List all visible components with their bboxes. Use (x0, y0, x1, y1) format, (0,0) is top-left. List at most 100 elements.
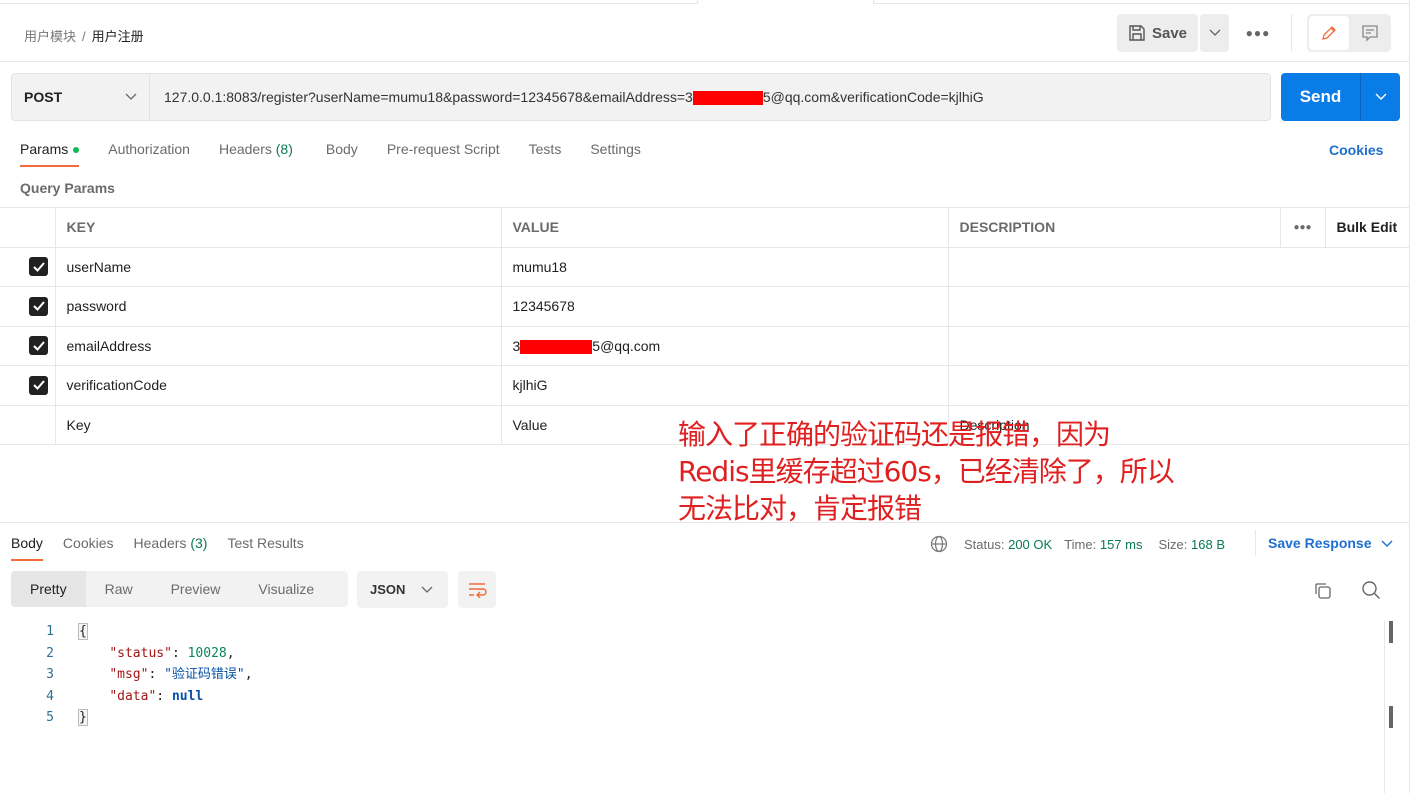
send-button[interactable]: Send (1281, 73, 1400, 121)
url-text-suffix: 5@qq.com&verificationCode=kjlhiG (762, 89, 984, 105)
param-description[interactable] (947, 246, 1410, 287)
tab-body[interactable]: Body (326, 141, 358, 167)
value-suffix: 5@qq.com (592, 337, 661, 354)
time[interactable]: Time: 157 ms (1064, 537, 1142, 552)
send-dropdown[interactable] (1362, 73, 1400, 121)
size-label: Size: (1158, 536, 1188, 552)
table-options-button[interactable]: ●●● (1279, 207, 1326, 248)
tab-response-headers[interactable]: Headers (3) (134, 535, 208, 561)
view-visualize[interactable]: Visualize (239, 571, 333, 607)
wrap-icon (469, 582, 487, 598)
checkbox-checked-icon[interactable] (29, 257, 48, 277)
save-dropdown-button[interactable] (1200, 14, 1229, 52)
url-input[interactable]: 127.0.0.1:8083/register?userName=mumu18&… (164, 89, 984, 106)
row-checkbox[interactable] (0, 246, 56, 287)
row-checkbox[interactable] (0, 365, 56, 406)
status[interactable]: Status: 200 OK (964, 537, 1052, 552)
header-value: VALUE (500, 207, 949, 248)
empty-check (0, 404, 56, 445)
view-raw[interactable]: Raw (86, 571, 152, 607)
tab-label: Cookies (62, 535, 114, 551)
mode-toggle (1307, 14, 1391, 52)
tab-tests[interactable]: Tests (529, 141, 562, 167)
param-description[interactable] (947, 365, 1410, 406)
save-button[interactable]: Save (1117, 14, 1198, 52)
edit-mode-button[interactable] (1309, 16, 1349, 50)
send-label: Send (1281, 73, 1361, 121)
response-body[interactable]: 1{ 2 "status": 10028, 3 "msg": "验证码错误", … (0, 621, 253, 729)
scrollbar-marker[interactable] (1389, 621, 1393, 643)
chevron-down-icon (1381, 540, 1393, 547)
json-brace: } (78, 709, 88, 726)
tab-response-body[interactable]: Body (11, 535, 43, 561)
tab-count: (3) (190, 535, 208, 551)
line-number: 3 (46, 667, 54, 682)
param-value[interactable]: kjlhiG (500, 365, 949, 406)
tab-authorization[interactable]: Authorization (108, 141, 190, 167)
checkbox-checked-icon[interactable] (29, 296, 48, 316)
method-select[interactable]: POST (12, 74, 150, 120)
time-value: 157 ms (1099, 536, 1143, 552)
param-key[interactable]: userName (54, 246, 502, 287)
tab-response-cookies[interactable]: Cookies (63, 535, 114, 561)
annotation-line: 输入了正确的验证码还是报错，因为 (678, 418, 1111, 451)
divider (1255, 530, 1256, 556)
param-description[interactable] (947, 325, 1410, 366)
params-table: KEY VALUE DESCRIPTION ●●● Bulk Edit user… (0, 207, 1410, 445)
scrollbar-marker[interactable] (1389, 706, 1393, 728)
search-icon[interactable] (1361, 580, 1381, 600)
format-select[interactable]: JSON (357, 571, 448, 608)
active-dot-icon (73, 147, 80, 154)
save-response-button[interactable]: Save Response (1268, 535, 1393, 551)
breadcrumb-parent[interactable]: 用户模块 (24, 29, 76, 44)
comments-button[interactable] (1351, 16, 1389, 50)
param-description[interactable] (947, 286, 1410, 327)
tab-test-results[interactable]: Test Results (227, 535, 303, 561)
response-meta: Status: 200 OK Time: 157 ms Size: 168 B (930, 535, 1225, 553)
tab-settings[interactable]: Settings (590, 141, 641, 167)
cookies-link[interactable]: Cookies (1329, 142, 1383, 158)
checkbox-checked-icon[interactable] (29, 375, 48, 395)
key-input[interactable]: Key (54, 404, 502, 445)
json-key: "data" (109, 688, 157, 704)
tab-params[interactable]: Params (20, 141, 80, 167)
view-pretty[interactable]: Pretty (11, 571, 86, 607)
param-value[interactable]: mumu18 (500, 246, 949, 287)
param-value[interactable]: 12345678 (500, 286, 949, 327)
param-key[interactable]: emailAddress (54, 325, 502, 366)
value-prefix: 3 (512, 337, 521, 354)
param-key[interactable]: verificationCode (54, 365, 502, 406)
json-value: 10028 (187, 645, 227, 661)
tab-pre-request-script[interactable]: Pre-request Script (387, 141, 500, 167)
view-preview[interactable]: Preview (152, 571, 240, 607)
copy-icon[interactable] (1313, 581, 1333, 601)
more-options-button[interactable]: ●●● (1243, 20, 1273, 46)
breadcrumb-separator: / (82, 29, 86, 44)
row-checkbox[interactable] (0, 325, 56, 366)
wrap-lines-button[interactable] (458, 571, 496, 608)
comment-icon (1362, 25, 1378, 42)
annotation-line: Redis里缓存超过60s，已经清除了，所以 (678, 455, 1175, 488)
divider (0, 522, 1410, 523)
tab-headers[interactable]: Headers (8) (219, 141, 293, 167)
size[interactable]: Size: 168 B (1158, 537, 1225, 552)
param-value[interactable]: 3 5@qq.com (500, 325, 949, 366)
request-header (0, 4, 1410, 62)
tab-label: Test Results (227, 535, 304, 551)
line-number: 2 (46, 645, 54, 661)
save-icon (1129, 25, 1145, 41)
redaction (520, 339, 593, 354)
row-checkbox[interactable] (0, 286, 56, 327)
bulk-edit-button[interactable]: Bulk Edit (1324, 207, 1410, 248)
globe-icon[interactable] (930, 535, 948, 553)
param-key[interactable]: password (54, 286, 502, 327)
status-label: Status: (964, 536, 1005, 552)
url-bar: POST 127.0.0.1:8083/register?userName=mu… (11, 73, 1271, 121)
breadcrumb-current[interactable]: 用户注册 (92, 29, 144, 44)
response-tabs: Body Cookies Headers (3) Test Results (11, 535, 304, 561)
format-label: JSON (370, 582, 406, 597)
checkbox-checked-icon[interactable] (29, 336, 48, 356)
chevron-down-icon (1209, 29, 1220, 36)
line-number: 1 (46, 624, 54, 639)
view-mode-group: Pretty Raw Preview Visualize (11, 571, 348, 607)
